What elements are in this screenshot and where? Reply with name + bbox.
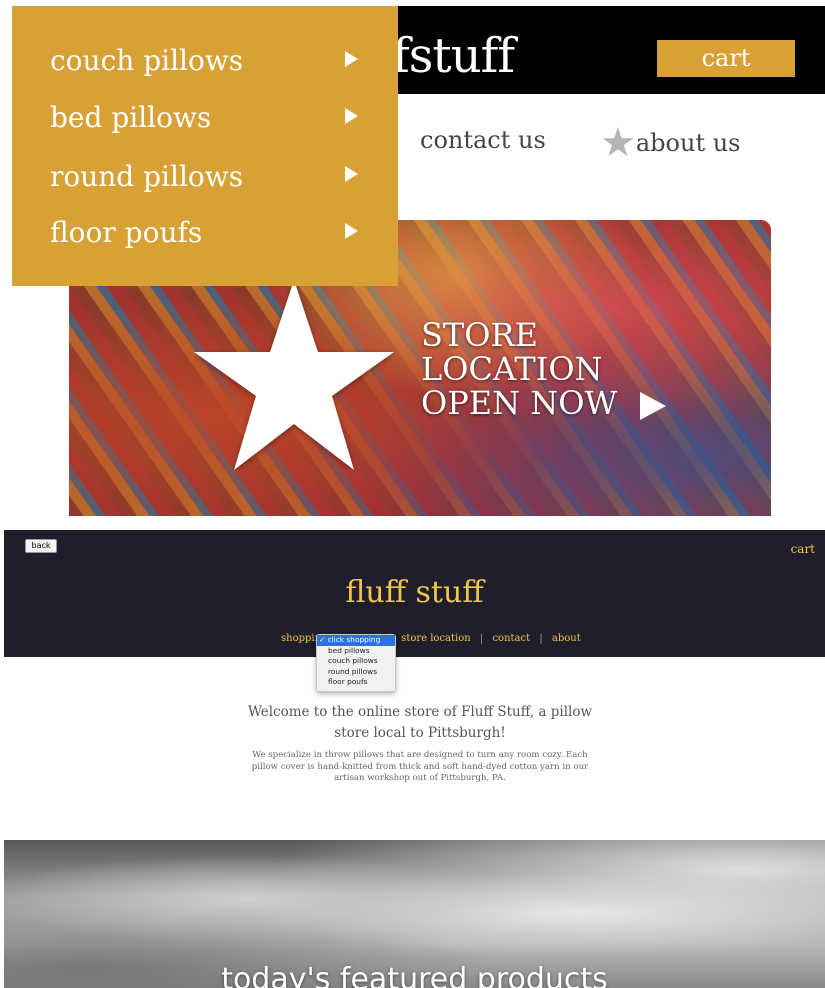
chevron-right-icon bbox=[345, 51, 358, 67]
select-option-label: click shopping bbox=[327, 635, 381, 644]
chevron-right-icon bbox=[345, 166, 358, 182]
nav-about-us-label: about us bbox=[635, 129, 741, 157]
hero-line: STORE bbox=[421, 316, 538, 354]
store-description: We specialize in throw pillows that are … bbox=[251, 750, 589, 783]
nav-contact-us[interactable]: contact us bbox=[420, 126, 546, 154]
chevron-right-icon bbox=[345, 223, 358, 239]
cart-button[interactable]: cart bbox=[657, 40, 795, 77]
select-option[interactable]: couch pillows bbox=[317, 656, 395, 667]
nav-about-us[interactable]: ★ about us bbox=[600, 120, 741, 166]
back-button[interactable]: back bbox=[25, 539, 57, 553]
star-icon bbox=[194, 280, 394, 470]
select-option-selected[interactable]: ✓ click shopping bbox=[317, 635, 395, 646]
featured-products-banner: today's featured products bbox=[4, 840, 825, 988]
brand-title[interactable]: fluff stuff bbox=[4, 575, 825, 610]
star-icon: ★ bbox=[600, 120, 636, 166]
hero-headline: STORE LOCATION OPEN NOW bbox=[421, 318, 666, 420]
dropdown-item-round-pillows[interactable]: round pillows bbox=[50, 160, 243, 193]
nav-separator: | bbox=[539, 633, 543, 644]
brand-logo[interactable]: fstuff bbox=[392, 28, 515, 84]
nav-separator: | bbox=[479, 633, 484, 644]
select-option[interactable]: floor poufs bbox=[317, 677, 395, 688]
dropdown-item-floor-poufs[interactable]: floor poufs bbox=[50, 216, 202, 249]
select-option[interactable]: bed pillows bbox=[317, 646, 395, 657]
select-option[interactable]: round pillows bbox=[317, 667, 395, 678]
nav-store-location[interactable]: store location bbox=[401, 633, 471, 644]
featured-products-heading: today's featured products bbox=[221, 962, 608, 988]
dropdown-item-couch-pillows[interactable]: couch pillows bbox=[50, 44, 243, 77]
play-arrow-icon bbox=[639, 391, 666, 420]
mobile-mockup: back cart fluff stuff shopping | store l… bbox=[0, 530, 825, 988]
dropdown-item-bed-pillows[interactable]: bed pillows bbox=[50, 101, 211, 134]
shopping-dropdown-menu: couch pillows bed pillows round pillows … bbox=[12, 6, 398, 286]
hero-line-text: OPEN NOW bbox=[421, 384, 618, 422]
shopping-select-dropdown[interactable]: ✓ click shopping bed pillows couch pillo… bbox=[316, 634, 396, 692]
hero-line: OPEN NOW bbox=[421, 386, 666, 420]
welcome-heading: Welcome to the online store of Fluff Stu… bbox=[247, 704, 593, 741]
checkmark-icon: ✓ bbox=[319, 635, 326, 644]
bottom-header: back cart fluff stuff shopping | store l… bbox=[4, 530, 825, 657]
desktop-mockup: fstuff cart contact us ★ about us STORE … bbox=[0, 0, 825, 520]
chevron-right-icon bbox=[345, 108, 358, 124]
hero-line: LOCATION bbox=[421, 350, 603, 388]
nav-about[interactable]: about bbox=[552, 633, 581, 644]
nav-contact[interactable]: contact bbox=[492, 633, 530, 644]
cart-link[interactable]: cart bbox=[791, 542, 815, 556]
